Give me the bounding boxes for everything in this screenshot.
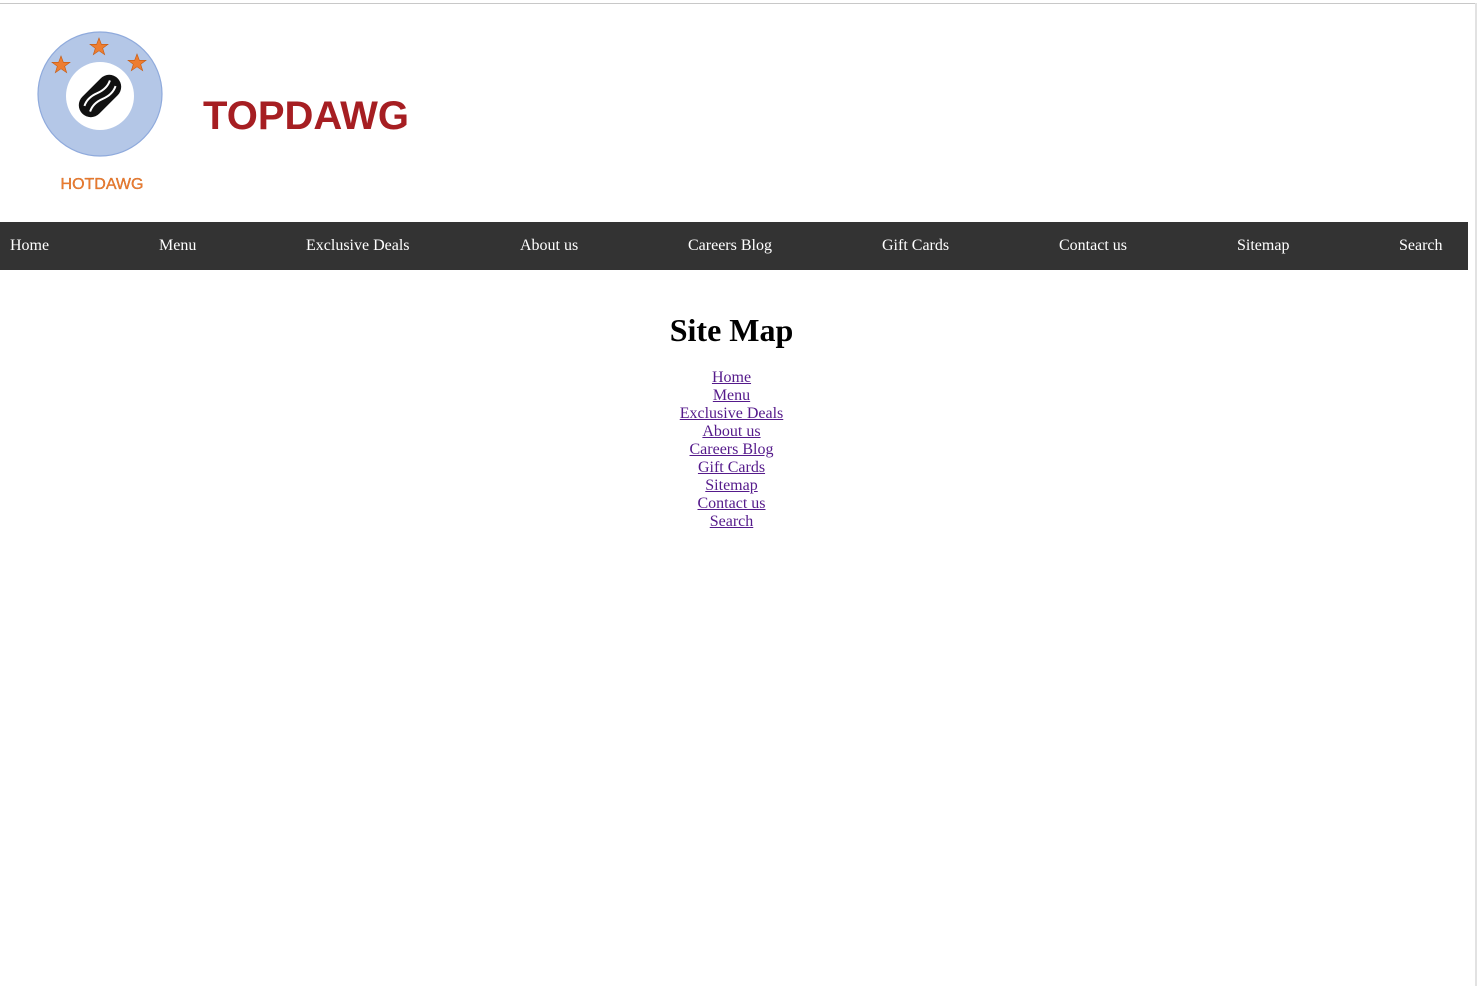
page-title: Site Map (669, 312, 794, 348)
list-item: Search (0, 513, 1463, 531)
nav-item-sitemap[interactable]: Sitemap (1237, 222, 1289, 270)
nav-item-exclusive-deals[interactable]: Exclusive Deals (306, 222, 410, 270)
list-item: Contact us (0, 495, 1463, 513)
list-item: About us (0, 423, 1463, 441)
sitemap-link-list: Home Menu Exclusive Deals About us Caree… (0, 369, 1463, 531)
sitemap-link-home[interactable]: Home (712, 369, 751, 386)
sitemap-link-about-us[interactable]: About us (702, 423, 760, 440)
nav-item-contact-us[interactable]: Contact us (1059, 222, 1127, 270)
main-content: Site Map Home Menu Exclusive Deals About… (0, 300, 1463, 531)
sitemap-link-search[interactable]: Search (710, 513, 754, 530)
nav-item-careers-blog[interactable]: Careers Blog (688, 222, 772, 270)
list-item: Menu (0, 387, 1463, 405)
list-item: Sitemap (0, 477, 1463, 495)
main-navigation: Home Menu Exclusive Deals About us Caree… (0, 222, 1468, 270)
nav-item-home[interactable]: Home (10, 222, 49, 270)
nav-item-menu[interactable]: Menu (159, 222, 196, 270)
logo-wordmark: HOTDAWG (61, 176, 144, 193)
sitemap-link-sitemap[interactable]: Sitemap (705, 477, 757, 494)
page: HOTDAWG TOPDAWG Home Menu Exclusive Deal… (0, 0, 1477, 986)
nav-item-gift-cards[interactable]: Gift Cards (882, 222, 949, 270)
hotdawg-logo[interactable]: HOTDAWG (30, 24, 170, 204)
sitemap-link-careers-blog[interactable]: Careers Blog (690, 441, 774, 458)
hotdog-icon: HOTDAWG (37, 31, 163, 193)
sitemap-link-gift-cards[interactable]: Gift Cards (698, 459, 765, 476)
list-item: Careers Blog (0, 441, 1463, 459)
window-top-border (0, 3, 1477, 4)
nav-item-search[interactable]: Search (1399, 222, 1443, 270)
sitemap-link-exclusive-deals[interactable]: Exclusive Deals (680, 405, 784, 422)
list-item: Gift Cards (0, 459, 1463, 477)
site-title: TOPDAWG (203, 94, 409, 138)
nav-item-about-us[interactable]: About us (520, 222, 578, 270)
sitemap-link-contact-us[interactable]: Contact us (698, 495, 766, 512)
list-item: Home (0, 369, 1463, 387)
sitemap-link-menu[interactable]: Menu (713, 387, 750, 404)
list-item: Exclusive Deals (0, 405, 1463, 423)
